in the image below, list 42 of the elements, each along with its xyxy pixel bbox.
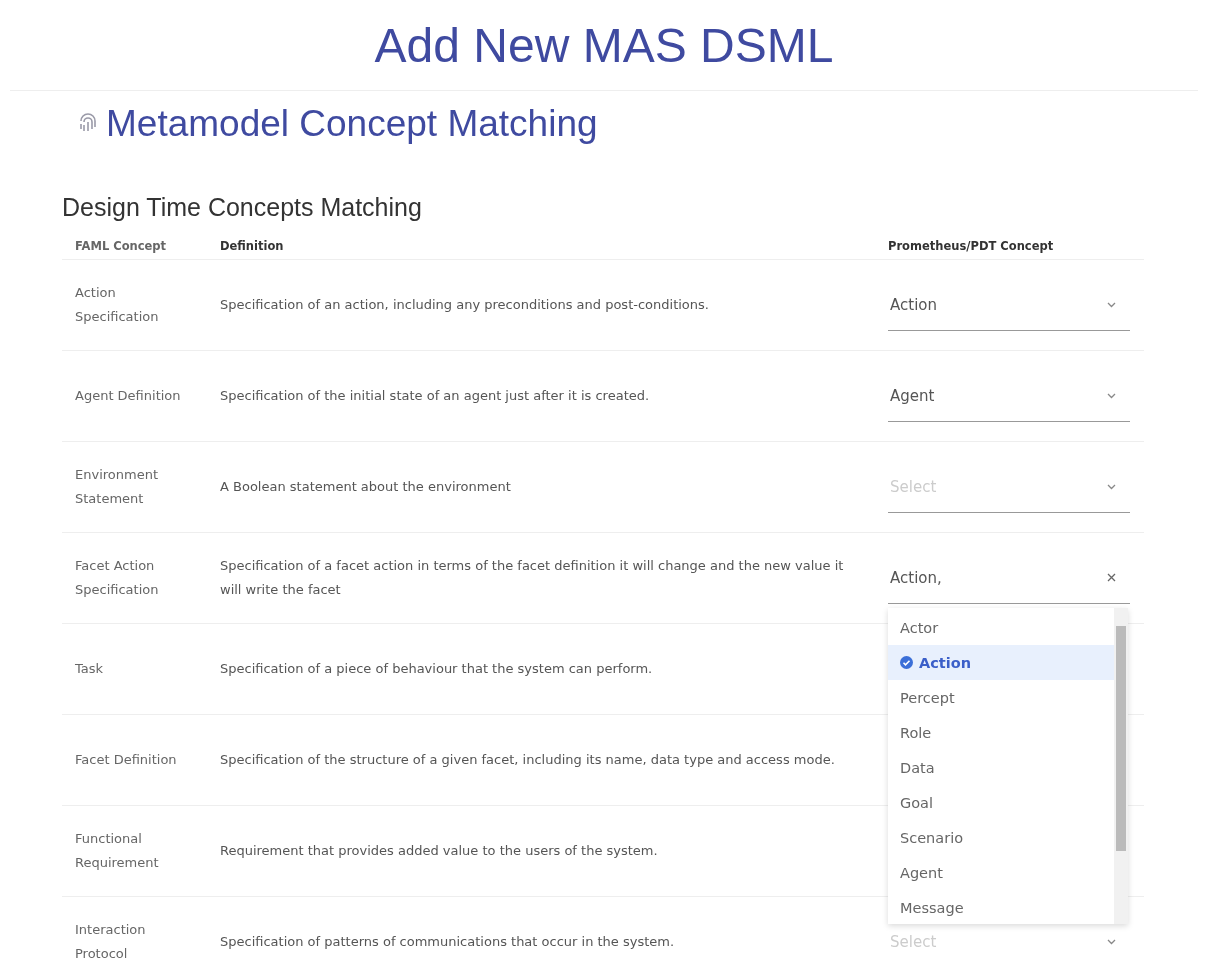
- definition-text: A Boolean statement about the environment: [220, 479, 511, 494]
- dropdown-option[interactable]: Scenario: [888, 820, 1114, 855]
- column-header: Definition: [220, 239, 284, 253]
- definition-text: Specification of the structure of a given facet, including its name, data type and access mode.: [220, 752, 835, 767]
- definition-text: Specification of a piece of behaviour that the system can perform.: [220, 661, 653, 676]
- subsection-title: Design Time Concepts Matching: [62, 193, 423, 223]
- definition-text: Specification of a facet action in terms of the facet definition it will change and the new value it will write the facet: [220, 558, 844, 597]
- concept-name: Interaction Protocol: [75, 921, 147, 963]
- concept-name: Environment Statement: [75, 466, 159, 508]
- scrollbar[interactable]: [1114, 608, 1128, 924]
- concept-name: Functional Requirement: [75, 830, 160, 872]
- concept-name: Action Specification: [75, 284, 160, 326]
- select-value: Agent: [890, 386, 935, 405]
- chevron-down-icon: [1107, 483, 1116, 490]
- definition-text: Specification of the initial state of an agent just after it is created.: [220, 388, 650, 403]
- column-header: FAML Concept: [75, 239, 167, 253]
- select-value: Action,: [890, 568, 942, 587]
- dropdown-option[interactable]: Action: [888, 645, 1114, 680]
- concept-name: Task: [75, 660, 105, 678]
- concept-name: Facet Definition: [75, 751, 178, 769]
- concept-select[interactable]: Action: [888, 279, 1130, 331]
- concept-name: Facet Action Specification: [75, 557, 160, 599]
- dropdown-option[interactable]: Role: [888, 715, 1114, 750]
- chevron-down-icon: [1107, 392, 1116, 399]
- clear-icon[interactable]: [1107, 573, 1116, 582]
- dropdown-option[interactable]: Actor: [888, 610, 1114, 645]
- dropdown-option[interactable]: Data: [888, 750, 1114, 785]
- chevron-down-icon: [1107, 938, 1116, 945]
- chevron-down-icon: [1107, 301, 1116, 308]
- column-header: Prometheus/PDT Concept: [888, 239, 1054, 253]
- dropdown-option[interactable]: Percept: [888, 680, 1114, 715]
- definition-text: Requirement that provides added value to the users of the system.: [220, 843, 658, 858]
- section-title: Metamodel Concept Matching: [106, 103, 598, 145]
- dropdown-option[interactable]: Agent: [888, 855, 1114, 890]
- concept-name: Agent Definition: [75, 387, 182, 405]
- definition-text: Specification of patterns of communications that occur in the system.: [220, 934, 675, 949]
- page-title: Add New MAS DSML: [374, 17, 834, 73]
- concept-select[interactable]: Agent: [888, 370, 1130, 422]
- dropdown-option[interactable]: Goal: [888, 785, 1114, 820]
- definition-text: Specification of an action, including any preconditions and post-conditions.: [220, 297, 709, 312]
- check-circle-icon: [900, 656, 913, 669]
- select-value: Action: [890, 295, 937, 314]
